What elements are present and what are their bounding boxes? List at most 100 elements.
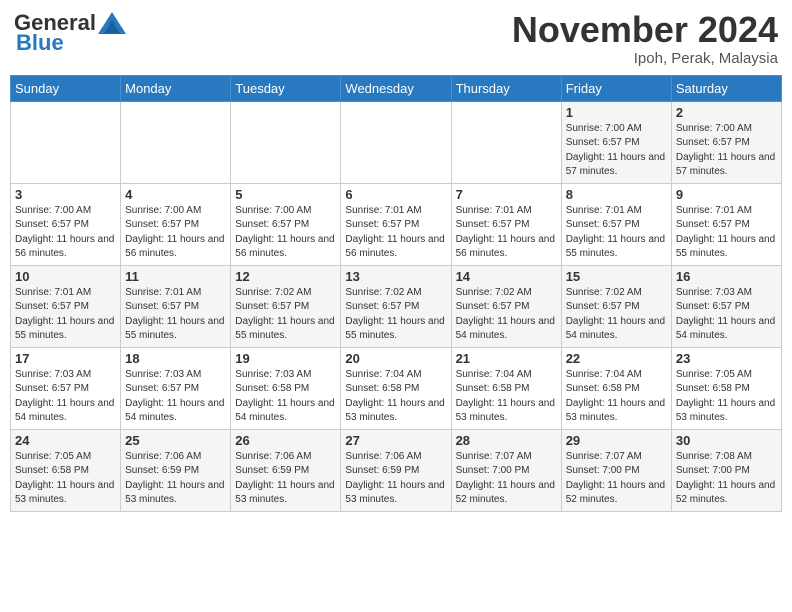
day-info: Sunrise: 7:04 AMSunset: 6:58 PMDaylight:… [566, 368, 667, 426]
calendar-cell: 26 Sunrise: 7:06 AMSunset: 6:59 PMDayligh… [231, 429, 341, 511]
calendar-cell: 10 Sunrise: 7:01 AMSunset: 6:57 PMDayligh… [11, 265, 121, 347]
day-info: Sunrise: 7:04 AMSunset: 6:58 PMDaylight:… [345, 368, 446, 426]
day-info: Sunrise: 7:06 AMSunset: 6:59 PMDaylight:… [125, 450, 226, 508]
day-info: Sunrise: 7:01 AMSunset: 6:57 PMDaylight:… [345, 204, 446, 262]
col-header-tuesday: Tuesday [231, 75, 341, 101]
day-number: 25 [125, 433, 226, 448]
day-number: 10 [15, 269, 116, 284]
day-number: 17 [15, 351, 116, 366]
calendar-cell: 12 Sunrise: 7:02 AMSunset: 6:57 PMDayligh… [231, 265, 341, 347]
day-number: 2 [676, 105, 777, 120]
calendar-cell [451, 101, 561, 183]
day-number: 18 [125, 351, 226, 366]
day-info: Sunrise: 7:03 AMSunset: 6:57 PMDaylight:… [125, 368, 226, 426]
calendar-cell: 5Sunrise: 7:00 AMSunset: 6:57 PMDaylight… [231, 183, 341, 265]
day-number: 13 [345, 269, 446, 284]
calendar-cell: 24 Sunrise: 7:05 AMSunset: 6:58 PMDayligh… [11, 429, 121, 511]
day-number: 1 [566, 105, 667, 120]
day-number: 19 [235, 351, 336, 366]
calendar-cell: 15 Sunrise: 7:02 AMSunset: 6:57 PMDayligh… [561, 265, 671, 347]
day-info: Sunrise: 7:03 AMSunset: 6:58 PMDaylight:… [235, 368, 336, 426]
day-info: Sunrise: 7:01 AMSunset: 6:57 PMDaylight:… [456, 204, 557, 262]
day-info: Sunrise: 7:02 AMSunset: 6:57 PMDaylight:… [566, 286, 667, 344]
calendar-cell: 22Sunrise: 7:04 AMSunset: 6:58 PMDayligh… [561, 347, 671, 429]
day-number: 28 [456, 433, 557, 448]
day-number: 16 [676, 269, 777, 284]
calendar-week-row: 17 Sunrise: 7:03 AMSunset: 6:57 PMDayligh… [11, 347, 782, 429]
day-info: Sunrise: 7:03 AMSunset: 6:57 PMDaylight:… [15, 368, 116, 426]
calendar-week-row: 10 Sunrise: 7:01 AMSunset: 6:57 PMDayligh… [11, 265, 782, 347]
calendar-cell: 25 Sunrise: 7:06 AMSunset: 6:59 PMDayligh… [121, 429, 231, 511]
calendar-cell: 29Sunrise: 7:07 AMSunset: 7:00 PMDayligh… [561, 429, 671, 511]
calendar-cell: 16 Sunrise: 7:03 AMSunset: 6:57 PMDayligh… [671, 265, 781, 347]
day-info: Sunrise: 7:03 AMSunset: 6:57 PMDaylight:… [676, 286, 777, 344]
calendar-cell: 1 Sunrise: 7:00 AMSunset: 6:57 PMDaylight… [561, 101, 671, 183]
day-number: 4 [125, 187, 226, 202]
day-number: 15 [566, 269, 667, 284]
calendar-cell: 14 Sunrise: 7:02 AMSunset: 6:57 PMDayligh… [451, 265, 561, 347]
page-header: General Blue November 2024 Ipoh, Perak, … [10, 10, 782, 67]
calendar-cell: 11Sunrise: 7:01 AMSunset: 6:57 PMDayligh… [121, 265, 231, 347]
day-number: 11 [125, 269, 226, 284]
day-number: 24 [15, 433, 116, 448]
day-number: 6 [345, 187, 446, 202]
day-info: Sunrise: 7:06 AMSunset: 6:59 PMDaylight:… [345, 450, 446, 508]
day-number: 27 [345, 433, 446, 448]
day-number: 8 [566, 187, 667, 202]
calendar-cell: 7Sunrise: 7:01 AMSunset: 6:57 PMDaylight… [451, 183, 561, 265]
calendar-cell: 27 Sunrise: 7:06 AMSunset: 6:59 PMDayligh… [341, 429, 451, 511]
col-header-saturday: Saturday [671, 75, 781, 101]
calendar-header-row: SundayMondayTuesdayWednesdayThursdayFrid… [11, 75, 782, 101]
day-number: 14 [456, 269, 557, 284]
calendar-cell: 20 Sunrise: 7:04 AMSunset: 6:58 PMDayligh… [341, 347, 451, 429]
day-info: Sunrise: 7:06 AMSunset: 6:59 PMDaylight:… [235, 450, 336, 508]
calendar-cell: 8 Sunrise: 7:01 AMSunset: 6:57 PMDaylight… [561, 183, 671, 265]
calendar-cell: 17 Sunrise: 7:03 AMSunset: 6:57 PMDayligh… [11, 347, 121, 429]
calendar-cell: 18 Sunrise: 7:03 AMSunset: 6:57 PMDayligh… [121, 347, 231, 429]
day-info: Sunrise: 7:08 AMSunset: 7:00 PMDaylight:… [676, 450, 777, 508]
calendar-cell: 9Sunrise: 7:01 AMSunset: 6:57 PMDaylight… [671, 183, 781, 265]
calendar-week-row: 1 Sunrise: 7:00 AMSunset: 6:57 PMDaylight… [11, 101, 782, 183]
calendar-cell: 6 Sunrise: 7:01 AMSunset: 6:57 PMDaylight… [341, 183, 451, 265]
day-number: 21 [456, 351, 557, 366]
title-area: November 2024 Ipoh, Perak, Malaysia [512, 10, 778, 67]
day-info: Sunrise: 7:04 AMSunset: 6:58 PMDaylight:… [456, 368, 557, 426]
logo-icon [98, 12, 126, 34]
calendar-cell [121, 101, 231, 183]
calendar-cell [341, 101, 451, 183]
calendar-cell: 28 Sunrise: 7:07 AMSunset: 7:00 PMDayligh… [451, 429, 561, 511]
day-info: Sunrise: 7:05 AMSunset: 6:58 PMDaylight:… [676, 368, 777, 426]
day-info: Sunrise: 7:02 AMSunset: 6:57 PMDaylight:… [456, 286, 557, 344]
calendar-cell: 2 Sunrise: 7:00 AMSunset: 6:57 PMDaylight… [671, 101, 781, 183]
logo-blue-text: Blue [16, 30, 64, 56]
day-info: Sunrise: 7:02 AMSunset: 6:57 PMDaylight:… [235, 286, 336, 344]
day-info: Sunrise: 7:05 AMSunset: 6:58 PMDaylight:… [15, 450, 116, 508]
calendar-cell: 13Sunrise: 7:02 AMSunset: 6:57 PMDayligh… [341, 265, 451, 347]
day-number: 30 [676, 433, 777, 448]
col-header-wednesday: Wednesday [341, 75, 451, 101]
day-number: 20 [345, 351, 446, 366]
day-info: Sunrise: 7:00 AMSunset: 6:57 PMDaylight:… [676, 122, 777, 180]
day-info: Sunrise: 7:00 AMSunset: 6:57 PMDaylight:… [566, 122, 667, 180]
day-number: 29 [566, 433, 667, 448]
day-info: Sunrise: 7:00 AMSunset: 6:57 PMDaylight:… [125, 204, 226, 262]
day-number: 9 [676, 187, 777, 202]
calendar-cell: 3Sunrise: 7:00 AMSunset: 6:57 PMDaylight… [11, 183, 121, 265]
calendar-cell: 30 Sunrise: 7:08 AMSunset: 7:00 PMDayligh… [671, 429, 781, 511]
logo: General Blue [14, 10, 126, 56]
day-info: Sunrise: 7:01 AMSunset: 6:57 PMDaylight:… [566, 204, 667, 262]
day-info: Sunrise: 7:01 AMSunset: 6:57 PMDaylight:… [15, 286, 116, 344]
col-header-monday: Monday [121, 75, 231, 101]
day-number: 26 [235, 433, 336, 448]
calendar-week-row: 24 Sunrise: 7:05 AMSunset: 6:58 PMDayligh… [11, 429, 782, 511]
col-header-thursday: Thursday [451, 75, 561, 101]
calendar-cell: 4 Sunrise: 7:00 AMSunset: 6:57 PMDaylight… [121, 183, 231, 265]
day-info: Sunrise: 7:00 AMSunset: 6:57 PMDaylight:… [235, 204, 336, 262]
day-number: 23 [676, 351, 777, 366]
calendar-cell: 19 Sunrise: 7:03 AMSunset: 6:58 PMDayligh… [231, 347, 341, 429]
calendar-cell: 23 Sunrise: 7:05 AMSunset: 6:58 PMDayligh… [671, 347, 781, 429]
col-header-sunday: Sunday [11, 75, 121, 101]
day-number: 12 [235, 269, 336, 284]
day-number: 3 [15, 187, 116, 202]
day-info: Sunrise: 7:07 AMSunset: 7:00 PMDaylight:… [456, 450, 557, 508]
